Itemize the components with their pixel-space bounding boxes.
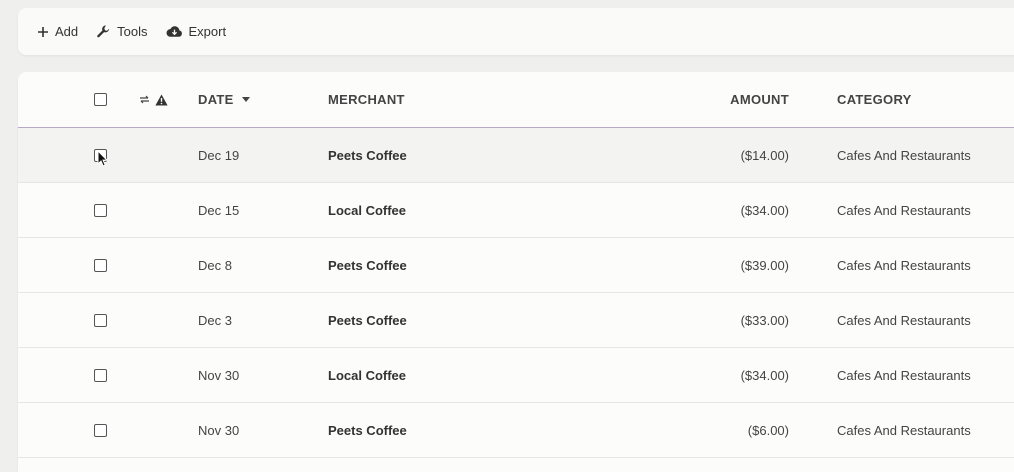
table-row[interactable]: Dec 15 Local Coffee ($34.00) Cafes And R…	[18, 183, 1014, 238]
transfer-arrows-icon	[139, 95, 150, 104]
date-text: Dec 8	[198, 257, 232, 273]
row-select-cell	[94, 128, 108, 182]
category-text[interactable]: Cafes And Restaurants	[837, 423, 971, 438]
category-text[interactable]: Cafes And Restaurants	[837, 368, 971, 383]
header-flags	[139, 72, 168, 127]
merchant-cell: Peets Coffee	[328, 293, 407, 347]
amount-text[interactable]: ($34.00)	[741, 203, 789, 218]
date-cell: Nov 30	[198, 348, 239, 402]
date-text: Nov 30	[198, 367, 240, 383]
date-text: Dec 19	[198, 147, 240, 163]
date-column-header[interactable]: DATE	[198, 72, 250, 127]
row-checkbox[interactable]	[94, 203, 107, 217]
table-header: DATE MERCHANT AMOUNT CATEGORY	[18, 72, 1014, 128]
amount-text[interactable]: ($6.00)	[748, 423, 789, 438]
category-text[interactable]: Cafes And Restaurants	[837, 148, 971, 163]
amount-cell: ($39.00)	[741, 238, 789, 292]
merchant-column-header[interactable]: MERCHANT	[328, 72, 405, 127]
amount-text[interactable]: ($34.00)	[741, 368, 789, 383]
amount-cell: ($14.00)	[741, 128, 789, 182]
transactions-table: DATE MERCHANT AMOUNT CATEGORY Dec 19 Pee…	[18, 72, 1014, 472]
merchant-text[interactable]: Peets Coffee	[328, 258, 407, 273]
amount-text[interactable]: ($39.00)	[741, 258, 789, 273]
date-text: Nov 30	[198, 422, 240, 438]
category-cell: Cafes And Restaurants	[837, 128, 971, 182]
date-cell: Dec 3	[198, 293, 232, 347]
merchant-cell: Local Coffee	[328, 183, 406, 237]
row-select-cell	[94, 403, 108, 457]
toolbar: Add Tools Export	[18, 8, 1014, 55]
category-cell: Cafes And Restaurants	[837, 293, 971, 347]
category-column-header[interactable]: CATEGORY	[837, 72, 912, 127]
amount-cell: ($34.00)	[741, 348, 789, 402]
merchant-text[interactable]: Peets Coffee	[328, 313, 407, 328]
tools-button-label: Tools	[117, 24, 148, 39]
merchant-text[interactable]: Local Coffee	[328, 368, 406, 383]
export-button-label: Export	[188, 24, 227, 39]
row-checkbox[interactable]	[94, 423, 107, 437]
category-cell: Cafes And Restaurants	[837, 403, 971, 457]
merchant-cell: Local Coffee	[328, 348, 406, 402]
row-select-cell	[94, 183, 108, 237]
date-cell: Dec 15	[198, 183, 239, 237]
date-cell: Dec 19	[198, 128, 239, 182]
cloud-download-icon	[166, 25, 183, 39]
date-text: Dec 3	[198, 312, 232, 328]
row-select-cell	[94, 293, 108, 347]
amount-text[interactable]: ($14.00)	[741, 148, 789, 163]
row-checkbox[interactable]	[94, 148, 107, 162]
merchant-cell: Peets Coffee	[328, 238, 407, 292]
header-select-cell	[94, 72, 108, 127]
row-select-cell	[94, 238, 108, 292]
sort-descending-icon	[241, 97, 250, 102]
warning-triangle-icon	[155, 94, 168, 106]
amount-header-label: AMOUNT	[730, 92, 789, 107]
tools-button[interactable]: Tools	[96, 17, 148, 47]
row-checkbox[interactable]	[94, 313, 107, 327]
category-cell: Cafes And Restaurants	[837, 183, 971, 237]
date-cell: Dec 8	[198, 238, 232, 292]
date-text: Dec 15	[198, 202, 240, 218]
amount-cell: ($6.00)	[748, 403, 789, 457]
category-text[interactable]: Cafes And Restaurants	[837, 203, 971, 218]
wrench-icon	[96, 24, 111, 39]
select-all-checkbox[interactable]	[94, 93, 107, 106]
add-button-label: Add	[55, 24, 79, 39]
category-header-label: CATEGORY	[837, 92, 912, 107]
plus-icon	[37, 26, 49, 38]
category-text[interactable]: Cafes And Restaurants	[837, 313, 971, 328]
amount-text[interactable]: ($33.00)	[741, 313, 789, 328]
table-row[interactable]: Dec 19 Peets Coffee ($14.00) Cafes And R…	[18, 128, 1014, 183]
table-row[interactable]: Nov 30 Peets Coffee ($6.00) Cafes And Re…	[18, 403, 1014, 458]
row-checkbox[interactable]	[94, 258, 107, 272]
date-header-label: DATE	[198, 92, 234, 107]
export-button[interactable]: Export	[166, 17, 227, 47]
table-row[interactable]: Nov 30 Local Coffee ($34.00) Cafes And R…	[18, 348, 1014, 403]
merchant-cell: Peets Coffee	[328, 128, 407, 182]
row-checkbox[interactable]	[94, 368, 107, 382]
row-select-cell	[94, 348, 108, 402]
amount-cell: ($33.00)	[741, 293, 789, 347]
date-cell: Nov 30	[198, 403, 239, 457]
category-cell: Cafes And Restaurants	[837, 238, 971, 292]
table-row[interactable]: Dec 3 Peets Coffee ($33.00) Cafes And Re…	[18, 293, 1014, 348]
merchant-header-label: MERCHANT	[328, 92, 405, 107]
amount-cell: ($34.00)	[741, 183, 789, 237]
add-button[interactable]: Add	[37, 17, 78, 47]
amount-column-header[interactable]: AMOUNT	[730, 72, 789, 127]
table-row[interactable]: Dec 8 Peets Coffee ($39.00) Cafes And Re…	[18, 238, 1014, 293]
merchant-text[interactable]: Peets Coffee	[328, 148, 407, 163]
category-text[interactable]: Cafes And Restaurants	[837, 258, 971, 273]
merchant-cell: Peets Coffee	[328, 403, 407, 457]
merchant-text[interactable]: Peets Coffee	[328, 423, 407, 438]
category-cell: Cafes And Restaurants	[837, 348, 971, 402]
merchant-text[interactable]: Local Coffee	[328, 203, 406, 218]
